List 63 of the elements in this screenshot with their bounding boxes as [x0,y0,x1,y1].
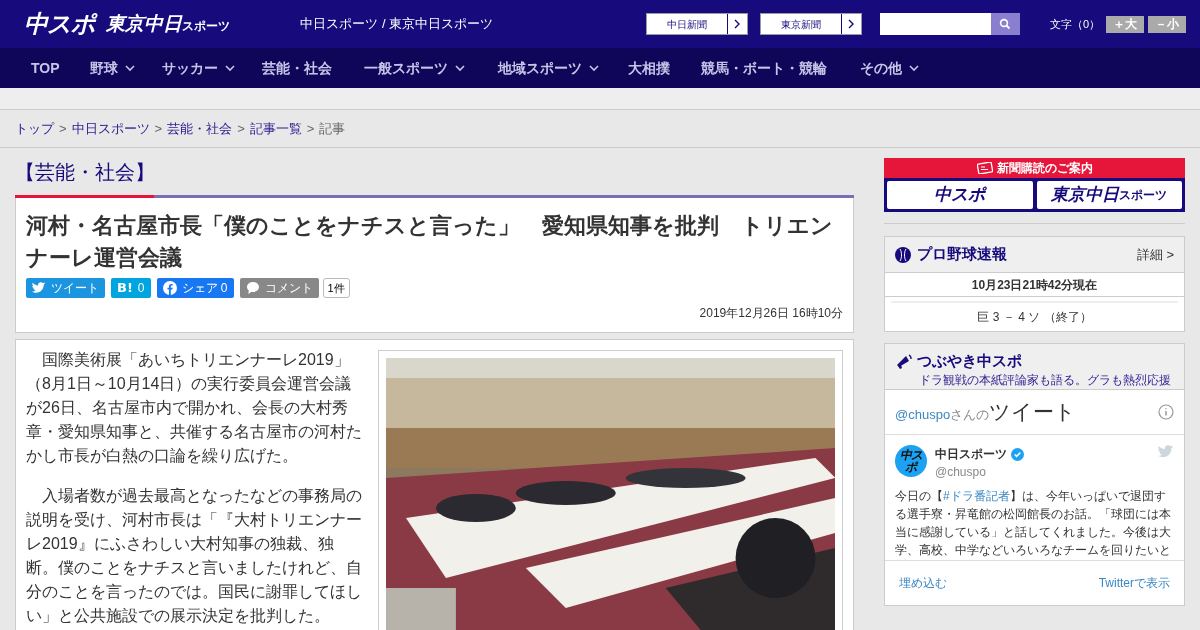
font-size-label: 文字（0） [1049,16,1100,32]
author-handle: @chuspo [935,464,987,481]
comment-count: 1件 [322,278,350,298]
nav-item[interactable]: 野球 [89,57,136,79]
nav-item[interactable]: TOP [31,57,60,79]
breadcrumb-separator: > [306,119,315,138]
breadcrumb-link[interactable]: 中日スポーツ [71,118,150,139]
site-names: 中日スポーツ / 東京中日スポーツ [300,15,494,34]
paper-logo[interactable]: 東京中日スポーツ [1036,181,1182,209]
update-time: 10月23日21時42分現在 [885,273,1184,297]
nav-item[interactable]: その他 [859,57,920,79]
facebook-icon [162,281,177,295]
panel-title: つぶやき中スポ [917,351,1022,371]
breadcrumb-link[interactable]: 記事一覧 [249,118,302,139]
details-link[interactable]: 詳細 > [1136,244,1174,265]
breadcrumb-link[interactable]: 芸能・社会 [167,118,233,139]
hatena-icon: B! [117,278,133,298]
facebook-share-button[interactable]: シェア 0 [156,278,234,298]
nav-item[interactable]: 芸能・社会 [261,57,332,79]
game-score[interactable]: 巨 3 － 4 ソ （終了） [891,303,1178,331]
nav-item[interactable]: 一般スポーツ [363,57,466,79]
bird-icon [32,282,46,294]
article-paragraph: 入場者数が過去最高となったなどの事務局の説明を受け、河村市長は「『大村トリエンナーレ2019』にふさわしい大村知事の独裁、独断。僕のことをナチスと言いましたけれど、自分のことを言ったのでは。国民に謝罪してほしい」と公共施設での展示決定を批判した。 [26,486,363,626]
nav-item[interactable]: 競馬・ボート・競輪 [700,57,827,79]
search-field[interactable] [879,13,1020,35]
author-name: 中日スポーツ [935,446,1007,463]
timeline-heading: @chuspoさんのツイート [895,399,1077,426]
site-logo[interactable]: 中スポ [24,6,95,42]
breadcrumb-link[interactable]: トップ [15,118,54,139]
view-on-twitter-link[interactable]: Twitterで表示 [1098,574,1170,592]
info-icon[interactable] [1158,404,1174,420]
comment-share-button[interactable]: コメント [239,278,319,298]
breadcrumb-separator: > [237,119,245,138]
breadcrumb-separator: > [154,119,163,138]
embed-link[interactable]: 埋め込む [899,574,947,592]
panel-title: プロ野球速報 [917,244,1007,265]
paper-logo[interactable]: 中スポ [887,181,1033,209]
breadcrumb-separator: > [59,119,67,138]
search-button[interactable] [990,13,1020,35]
nav-item[interactable]: 地域スポーツ [497,57,600,79]
section-title: 【芸能・社会】 [15,159,156,185]
newspaper-icon [976,162,993,174]
article-date: 2019年12月26日 16時10分 [699,305,843,322]
tokyo-logo[interactable]: 東京中日スポーツ [106,9,231,39]
hashtag-link[interactable]: #ドラ番記者 [943,489,1010,503]
article-paragraph: 国際美術展「あいちトリエンナーレ2019」（8月1日～10月14日）の実行委員会運営会議が26日、名古屋市内で開かれ、会長の大村秀章・愛知県知事と、共催する名古屋市の河村たかし市長が白熱の口論を繰り広げた。 [26,350,363,466]
nav-item[interactable]: サッカー [161,57,236,79]
banner-title: 新聞購読のご案内 [996,160,1093,177]
breadcrumb-current: 記事 [319,119,346,138]
newspaper-link[interactable]: 東京新聞 [759,13,862,35]
baseball-icon [895,246,911,263]
article-headline: 河村・名古屋市長「僕のことをナチスと言った」 愛知県知事を批判 トリエンナーレ運営会議 [26,212,834,272]
subscription-banner[interactable]: 新聞購読のご案内 中スポ 東京中日スポーツ [884,158,1185,212]
speech-bubble-icon [245,281,260,295]
verified-badge-icon [1011,447,1024,461]
avatar[interactable]: 中スポ [895,445,927,477]
newspaper-link[interactable]: 中日新聞 [645,13,748,35]
panel-subtitle: ドラ観戦の本紙評論家も語る。グラも熱烈応援 [919,372,1172,388]
bird-icon [1158,445,1174,459]
nav-item[interactable]: 大相撲 [627,57,670,79]
tweet-text: 今日の【#ドラ番記者】は、今年いっぱいで退団する選手寮・昇竜館の松岡館長のお話。「球団には本当に感謝している」と話してくれました。今後は大学、高校、中学などいろいろなチームを回りたいと [895,488,1172,559]
megaphone-icon [895,353,913,370]
search-icon [999,18,1012,30]
